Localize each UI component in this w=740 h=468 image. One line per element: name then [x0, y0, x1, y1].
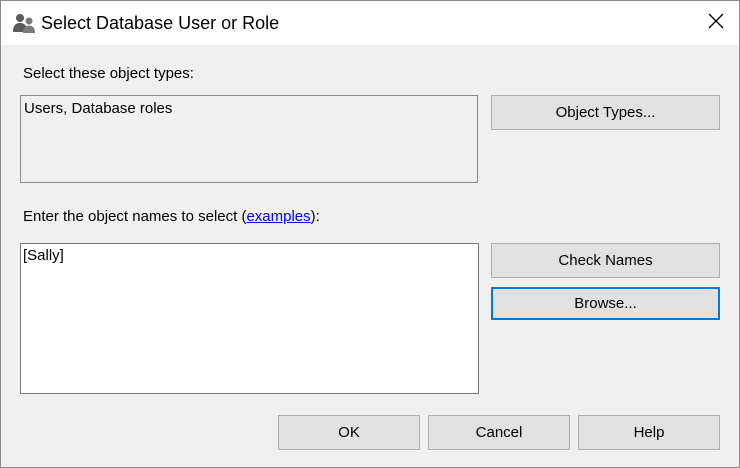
check-names-button[interactable]: Check Names [491, 243, 720, 278]
users-icon [13, 12, 37, 34]
object-types-button[interactable]: Object Types... [491, 95, 720, 130]
cancel-button[interactable]: Cancel [428, 415, 570, 450]
close-button[interactable] [693, 1, 739, 45]
close-icon [708, 13, 724, 34]
select-database-user-or-role-dialog: Select Database User or Role Select thes… [0, 0, 740, 468]
examples-link[interactable]: examples [246, 208, 310, 225]
object-types-field: Users, Database roles [20, 95, 478, 183]
title-bar: Select Database User or Role [1, 1, 739, 45]
object-names-label-prefix: Enter the object names to select ( [23, 208, 247, 225]
object-names-input[interactable] [20, 243, 479, 394]
browse-button[interactable]: Browse... [491, 287, 720, 320]
help-button[interactable]: Help [578, 415, 720, 450]
object-types-label: Select these object types: [23, 65, 194, 82]
window-title: Select Database User or Role [41, 13, 280, 33]
object-names-label-suffix: ): [310, 208, 320, 225]
object-names-label: Enter the object names to select (exampl… [23, 208, 320, 226]
ok-button[interactable]: OK [278, 415, 420, 450]
